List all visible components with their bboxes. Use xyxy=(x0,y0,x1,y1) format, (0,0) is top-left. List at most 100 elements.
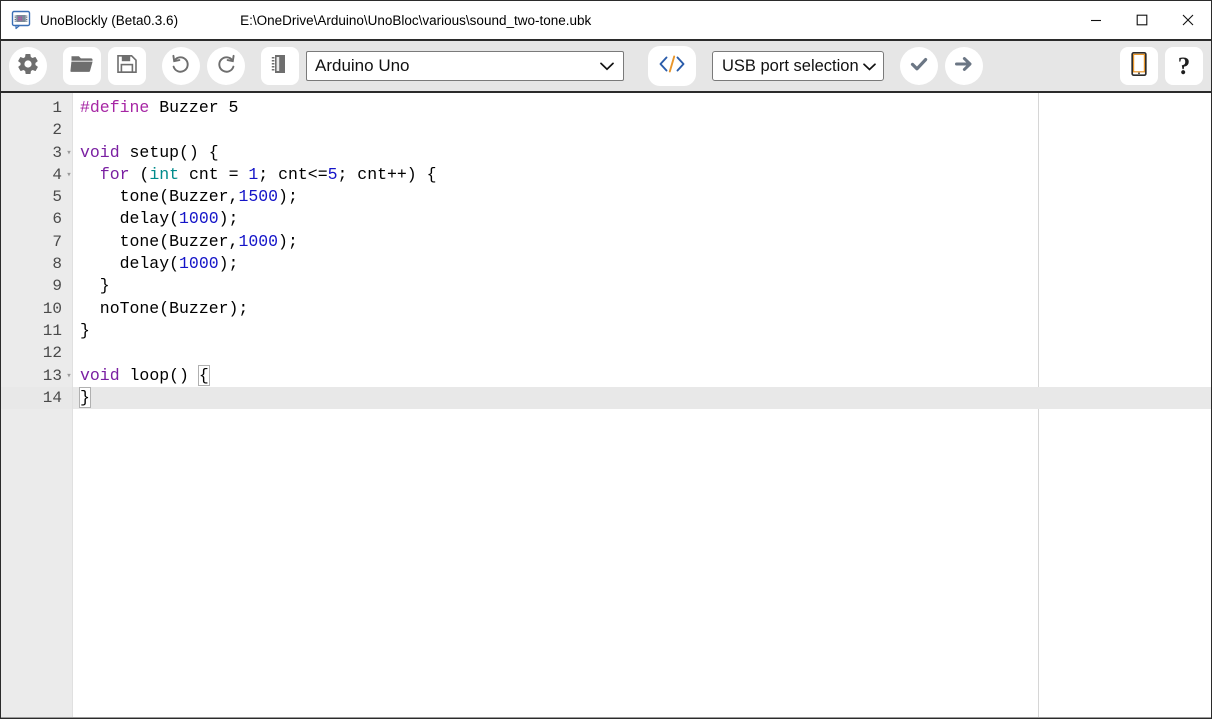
chevron-down-icon xyxy=(600,56,614,76)
code-token: 1000 xyxy=(179,209,219,229)
code-editor[interactable]: 1 2 3 ▾ 4 ▾ 5 6 7 8 9 10 11 12 13 ▾ 14 #define Buzzer 5v… xyxy=(1,93,1211,718)
code-line[interactable] xyxy=(73,342,1211,364)
line-number: 10 xyxy=(42,299,62,318)
undo-button[interactable] xyxy=(162,47,200,85)
gear-icon xyxy=(16,52,40,81)
code-token: setup() { xyxy=(119,142,219,162)
code-token: ); xyxy=(218,209,239,229)
file-path-label: E:\OneDrive\Arduino\UnoBloc\various\soun… xyxy=(240,12,592,28)
code-token: 1000 xyxy=(238,231,279,251)
app-title: UnoBlockly (Beta0.3.6) xyxy=(40,12,179,28)
code-token: 1500 xyxy=(238,187,279,207)
code-token: int xyxy=(149,164,180,184)
maximize-button[interactable] xyxy=(1119,1,1165,39)
code-token: ); xyxy=(278,231,298,251)
code-token: } xyxy=(79,386,91,408)
code-token: ; cnt<= xyxy=(258,164,328,184)
line-number: 12 xyxy=(42,344,62,363)
line-number-gutter: 1 2 3 ▾ 4 ▾ 5 6 7 8 9 10 11 12 13 ▾ 14 xyxy=(1,93,73,717)
code-line[interactable]: delay(1000); xyxy=(73,253,1211,275)
code-token: } xyxy=(80,320,90,340)
code-line[interactable]: noTone(Buzzer); xyxy=(73,298,1211,320)
tablet-icon xyxy=(1129,51,1149,82)
line-number: 8 xyxy=(52,255,62,274)
code-token: { xyxy=(197,364,210,386)
code-token: Buzzer 5 xyxy=(149,98,239,117)
ic-chip-icon xyxy=(269,52,291,81)
code-line[interactable]: void loop() { xyxy=(73,364,1211,387)
text-cursor xyxy=(89,387,91,405)
undo-icon xyxy=(169,52,193,81)
board-select[interactable]: Arduino Uno xyxy=(306,51,624,81)
code-line[interactable]: } xyxy=(73,275,1211,297)
line-number: 5 xyxy=(52,188,62,207)
app-window: UnoBlockly (Beta0.3.6) E:\OneDrive\Ardui… xyxy=(0,0,1212,719)
line-number: 3 ▾ xyxy=(1,142,72,164)
title-bar: UnoBlockly (Beta0.3.6) E:\OneDrive\Ardui… xyxy=(1,1,1211,39)
checkmark-icon xyxy=(907,52,931,81)
line-number: 11 xyxy=(42,321,62,340)
port-select[interactable]: USB port selection xyxy=(712,51,884,81)
code-token: cnt = xyxy=(179,164,249,184)
chevron-down-icon xyxy=(862,57,876,76)
code-token: void xyxy=(80,142,120,162)
code-token: noTone(Buzzer); xyxy=(80,298,249,318)
board-chip-button[interactable] xyxy=(261,47,299,85)
line-number: 13 ▾ xyxy=(1,365,72,387)
code-line[interactable]: #define Buzzer 5 xyxy=(73,97,1211,119)
code-content-area[interactable]: #define Buzzer 5 void setup() { for (int … xyxy=(73,93,1211,717)
line-number: 1 xyxy=(52,99,62,117)
code-token: 1 xyxy=(248,164,259,184)
code-token: loop() xyxy=(119,365,199,385)
line-number: 4 ▾ xyxy=(1,164,72,186)
code-token: ; cnt++) { xyxy=(337,164,437,184)
code-token: 5 xyxy=(327,164,338,184)
code-token: tone(Buzzer, xyxy=(80,231,239,251)
help-button[interactable]: ? xyxy=(1165,47,1203,85)
code-line[interactable]: for (int cnt = 1; cnt<=5; cnt++) { xyxy=(73,164,1211,186)
tablet-view-button[interactable] xyxy=(1120,47,1158,85)
code-line[interactable]: delay(1000); xyxy=(73,208,1211,230)
code-line[interactable] xyxy=(73,119,1211,141)
question-mark-icon: ? xyxy=(1177,52,1191,80)
code-token: delay( xyxy=(80,254,180,274)
code-token: ); xyxy=(218,254,239,274)
port-select-value: USB port selection xyxy=(722,56,859,75)
code-token: for xyxy=(99,164,130,184)
arrow-right-icon xyxy=(952,52,976,81)
line-number: 6 xyxy=(52,210,62,229)
code-line[interactable]: tone(Buzzer,1500); xyxy=(73,186,1211,208)
code-line[interactable]: tone(Buzzer,1000); xyxy=(73,231,1211,253)
code-line[interactable]: } xyxy=(73,386,1211,410)
board-select-value: Arduino Uno xyxy=(315,56,410,75)
code-token: } xyxy=(80,276,110,296)
close-button[interactable] xyxy=(1165,1,1211,39)
code-line[interactable]: } xyxy=(73,320,1211,342)
code-line[interactable]: void setup() { xyxy=(73,142,1211,164)
minimize-button[interactable] xyxy=(1073,1,1119,39)
line-number: 14 xyxy=(1,386,72,410)
code-token: ); xyxy=(278,187,298,207)
code-token: tone(Buzzer, xyxy=(80,187,239,207)
main-toolbar: Arduino Uno USB port selection ? xyxy=(1,39,1211,93)
code-token: ( xyxy=(129,164,150,184)
redo-icon xyxy=(214,52,238,81)
code-token: #define xyxy=(80,98,150,117)
settings-button[interactable] xyxy=(9,47,47,85)
chip-app-icon xyxy=(11,10,31,30)
view-code-button[interactable] xyxy=(648,46,696,86)
code-token: void xyxy=(80,365,120,385)
save-file-button[interactable] xyxy=(108,47,146,85)
line-number: 9 xyxy=(52,277,62,296)
save-disk-icon xyxy=(116,53,138,80)
open-file-button[interactable] xyxy=(63,47,101,85)
line-number: 7 xyxy=(52,232,62,251)
open-folder-icon xyxy=(70,53,94,80)
line-number: 2 xyxy=(52,121,62,140)
window-controls xyxy=(1073,1,1211,39)
redo-button[interactable] xyxy=(207,47,245,85)
code-token: delay( xyxy=(80,209,180,229)
upload-button[interactable] xyxy=(944,47,983,85)
verify-button[interactable] xyxy=(899,47,938,85)
